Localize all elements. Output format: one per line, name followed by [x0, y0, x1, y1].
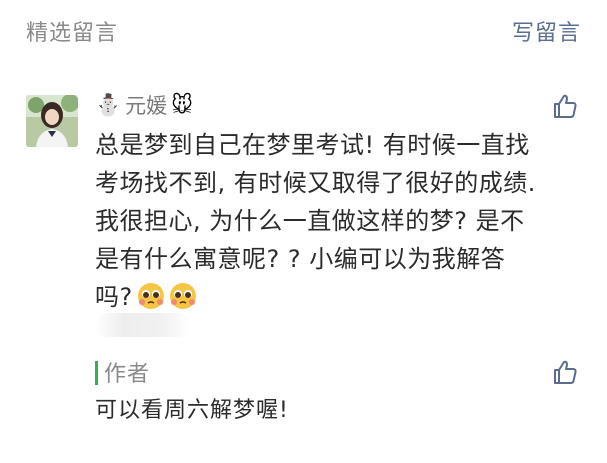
- comment-line: 总是梦到自己在梦里考试! 有时候一直找: [95, 131, 530, 159]
- thumbs-up-icon: [554, 94, 577, 118]
- pleading-face-icon: [137, 282, 165, 310]
- blurred-timestamp: [95, 313, 190, 337]
- mouse-icon: 🐭: [171, 93, 194, 117]
- avatar[interactable]: [26, 95, 78, 147]
- reply-accent-bar: [95, 361, 98, 385]
- comment-line: 吗?: [95, 283, 133, 311]
- write-comment-button[interactable]: 写留言: [512, 15, 581, 47]
- author-reply-label: 作者: [104, 362, 151, 387]
- thumbs-up-icon: [554, 360, 577, 384]
- featured-comments-title: 精选留言: [26, 21, 119, 46]
- comment-text: 总是梦到自己在梦里考试! 有时候一直找 考场找不到, 有时候又取得了很好的成绩.…: [95, 126, 580, 316]
- comment-line: 我很担心, 为什么一直做这样的梦? 是不: [95, 207, 525, 235]
- pleading-face-icon: [169, 282, 197, 310]
- like-button[interactable]: [551, 92, 579, 120]
- reply-like-button[interactable]: [551, 358, 579, 386]
- comments-header: 精选留言 写留言: [0, 0, 607, 62]
- snowman-icon: ⛄: [95, 93, 122, 117]
- author-reply-text: 可以看周六解梦喔!: [95, 398, 289, 423]
- comment-line: 是有什么寓意呢? ? 小编可以为我解答: [95, 245, 506, 273]
- comment-author: ⛄ 元媛 🐭: [95, 90, 193, 120]
- comment-line: 考场找不到, 有时候又取得了很好的成绩.: [95, 169, 536, 197]
- username: 元媛: [125, 94, 168, 118]
- avatar-photo: [26, 95, 78, 147]
